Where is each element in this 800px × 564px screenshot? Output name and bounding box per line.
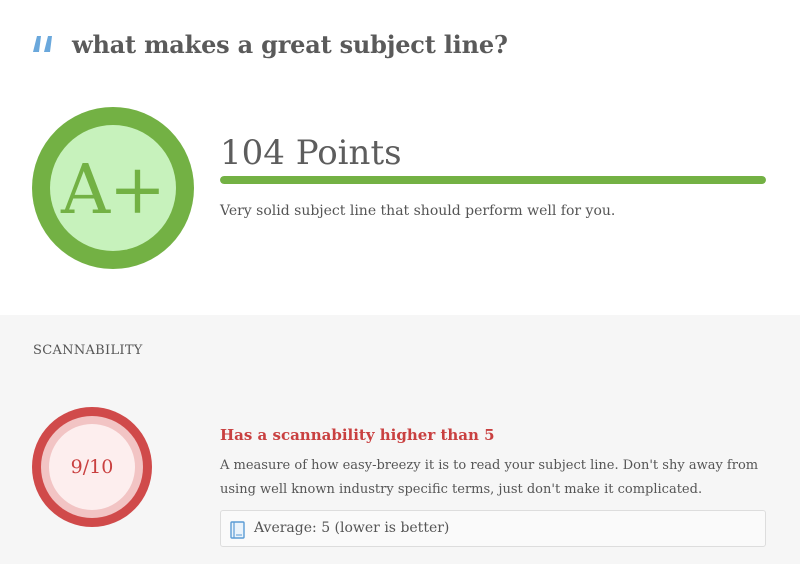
score-progress-fill — [220, 176, 766, 184]
score-points: 104 Points — [220, 133, 402, 173]
average-info-box: Average: 5 (lower is better) — [220, 510, 766, 547]
scannability-badge-inner: 9/10 — [49, 424, 135, 510]
grade-section: A+ 104 Points Very solid subject line th… — [0, 95, 800, 315]
scannability-badge-mid: 9/10 — [41, 416, 143, 518]
header: what makes a great subject line? — [0, 0, 800, 95]
book-icon — [230, 521, 245, 539]
average-text: Average: 5 (lower is better) — [254, 520, 450, 536]
grade-badge: A+ — [32, 107, 194, 269]
scannability-heading: Has a scannability higher than 5 — [220, 426, 495, 444]
grade-letter: A+ — [60, 150, 166, 230]
quote-icon — [33, 36, 52, 52]
score-description: Very solid subject line that should perf… — [220, 203, 616, 219]
page-headline: what makes a great subject line? — [72, 30, 508, 59]
score-progress-bar — [220, 176, 766, 184]
scannability-badge: 9/10 — [32, 407, 152, 527]
scannability-description: A measure of how easy-breezy it is to re… — [220, 458, 759, 497]
scannability-section: SCANNABILITY 9/10 Has a scannability hig… — [0, 315, 800, 564]
scannability-score: 9/10 — [70, 456, 114, 478]
section-title: SCANNABILITY — [33, 343, 143, 358]
